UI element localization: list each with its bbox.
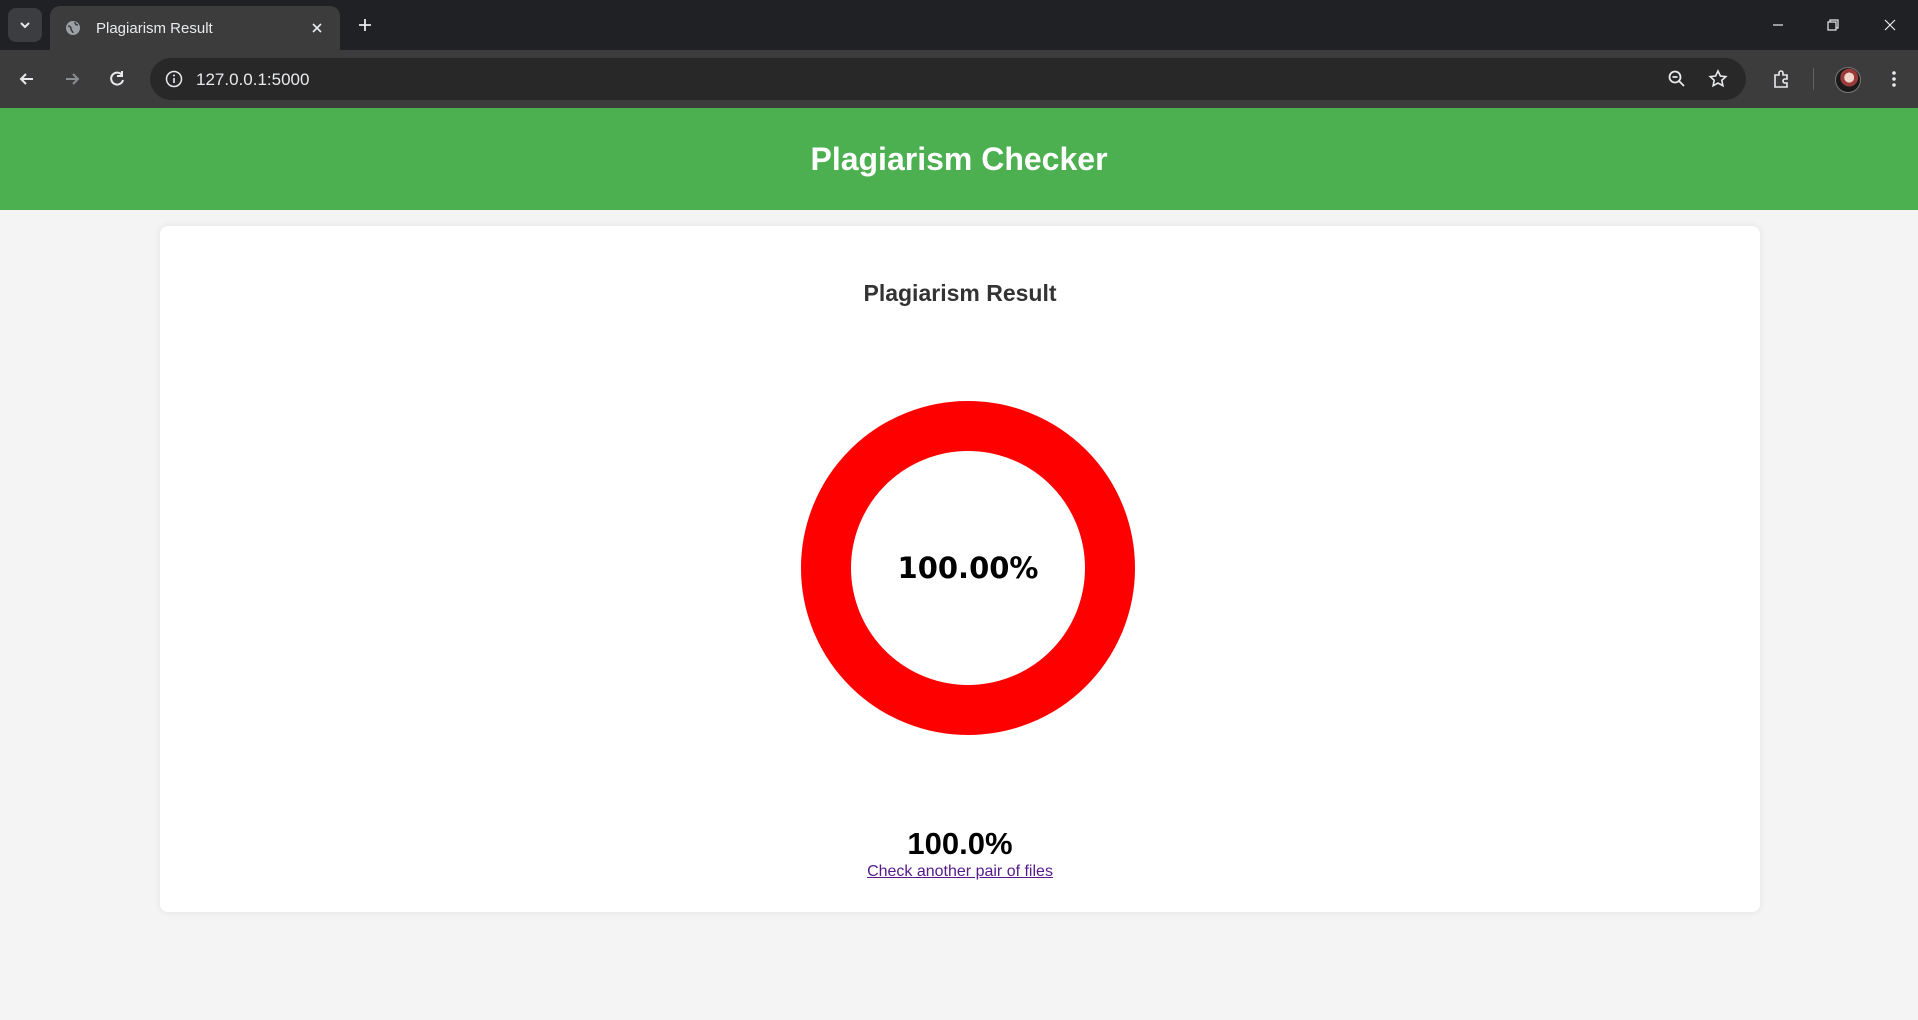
toolbar-divider xyxy=(1813,68,1814,90)
url-text[interactable]: 127.0.0.1:5000 xyxy=(196,70,309,90)
avatar[interactable] xyxy=(1835,67,1861,93)
forward-button[interactable] xyxy=(58,65,86,93)
puzzle-icon xyxy=(1774,70,1788,88)
arrow-right-icon xyxy=(66,73,80,85)
page-title: Plagiarism Checker xyxy=(810,140,1108,177)
back-button[interactable] xyxy=(13,65,41,93)
tab-search-button[interactable] xyxy=(8,8,42,42)
reload-button[interactable] xyxy=(103,65,131,93)
plus-icon xyxy=(359,19,371,31)
close-window-button[interactable] xyxy=(1877,12,1903,38)
page-header: Plagiarism Checker xyxy=(0,108,1918,210)
menu-button[interactable] xyxy=(1880,65,1908,93)
browser-toolbar: 127.0.0.1:5000 xyxy=(0,50,1918,108)
address-bar[interactable]: 127.0.0.1:5000 xyxy=(150,58,1746,100)
browser-tab-bar: Plagiarism Result xyxy=(0,0,1918,50)
browser-tab[interactable]: Plagiarism Result xyxy=(50,6,340,50)
result-card: Plagiarism Result 100.00% 100.0% Check a… xyxy=(160,226,1760,912)
reload-icon xyxy=(110,71,124,86)
close-icon[interactable] xyxy=(306,17,328,39)
check-another-link[interactable]: Check another pair of files xyxy=(867,863,1053,880)
restore-button[interactable] xyxy=(1820,12,1846,38)
zoom-icon[interactable] xyxy=(1665,67,1689,91)
tab-title: Plagiarism Result xyxy=(96,19,213,37)
minimize-button[interactable] xyxy=(1765,12,1791,38)
check-again-container: Check another pair of files xyxy=(160,863,1760,881)
arrow-left-icon xyxy=(19,73,33,85)
extensions-button[interactable] xyxy=(1768,65,1796,93)
globe-icon xyxy=(64,19,82,37)
similarity-score: 100.0% xyxy=(907,826,1013,861)
result-heading: Plagiarism Result xyxy=(863,280,1057,306)
restore-icon xyxy=(1827,19,1839,31)
close-icon xyxy=(1884,19,1896,31)
donut-percentage-label: 100.00% xyxy=(897,551,1039,585)
star-icon[interactable] xyxy=(1706,67,1730,91)
info-icon[interactable] xyxy=(162,67,186,91)
more-vert-icon xyxy=(1892,71,1896,87)
minimize-icon xyxy=(1773,24,1783,26)
chevron-down-icon xyxy=(20,22,30,29)
new-tab-button[interactable] xyxy=(352,12,378,38)
